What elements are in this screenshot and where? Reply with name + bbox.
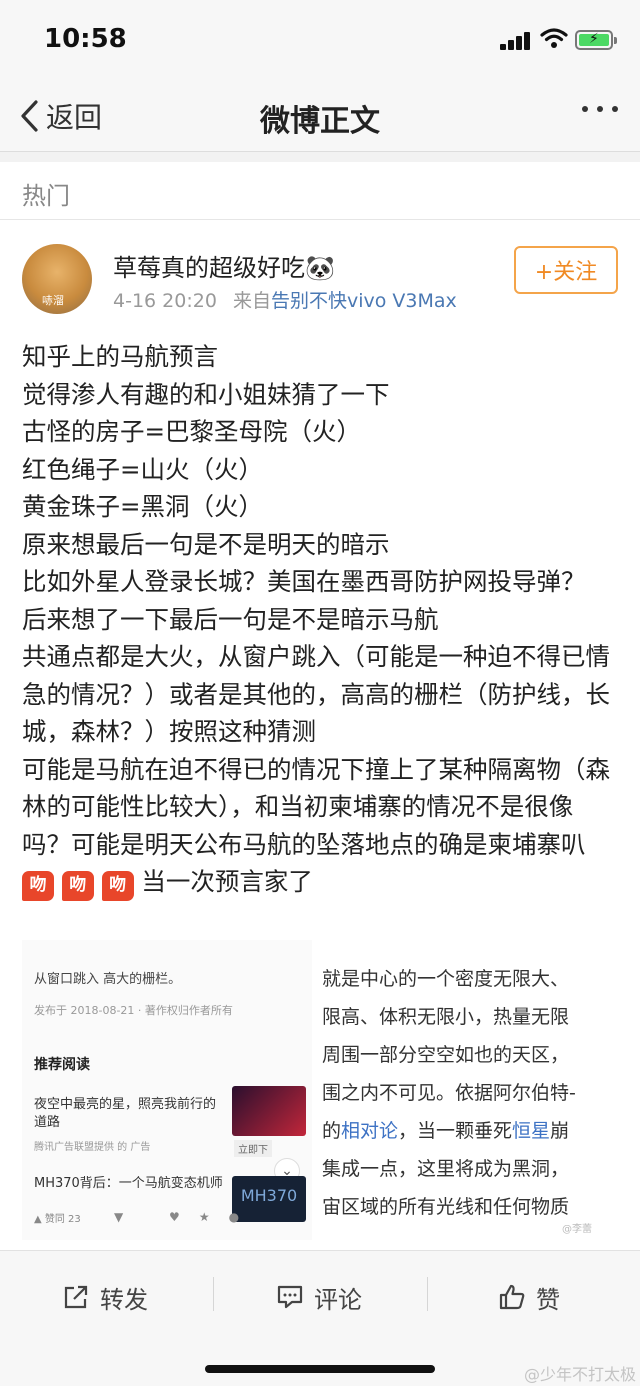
post-line: 比如外星人登录长城？美国在墨西哥防护网投导弹？	[22, 567, 586, 596]
shot-vote: ▲ 赞同 23	[34, 1214, 81, 1225]
like-label: 赞	[536, 1285, 560, 1314]
shot-thumbnail	[232, 1086, 306, 1136]
back-label: 返回	[46, 101, 103, 134]
post-image[interactable]: 从窗口跳入 高大的栅栏。 发布于 2018-08-21 · 著作权归作者所有 推…	[22, 940, 622, 1240]
post-paragraph: 共通点都是大火，从窗户跳入（可能是一种迫不得已情急的情况？）或者是其他的，高高的…	[22, 642, 610, 746]
shot-right-line: 的相对论，当一颗垂死恒星崩	[322, 1120, 570, 1142]
shot-text: 从窗口跳入 高大的栅栏。	[34, 972, 182, 987]
shot-right-line: 限高、体积无限小，热量无限	[322, 1006, 570, 1028]
post-text: 知乎上的马航预言 觉得渗人有趣的和小姐妹猜了一下 古怪的房子=巴黎圣母院（火） …	[22, 338, 622, 901]
chevron-left-icon	[21, 100, 38, 132]
shot-right-line: 周围一部分空空如也的天区，	[322, 1044, 570, 1066]
emoji-line: 吻 吻 吻 当一次预言家了	[22, 863, 622, 901]
repost-button[interactable]: 转发	[62, 1277, 148, 1317]
comment-label: 评论	[314, 1285, 362, 1314]
post-line: 知乎上的马航预言	[22, 342, 218, 371]
shot-right-line: 就是中心的一个密度无限大、	[322, 968, 570, 990]
shot-thumbnail: MH370	[232, 1176, 306, 1222]
post-card: 哧溜 草莓真的超级好吃🐼 4-16 20:20 来自告别不快vivo V3Max…	[0, 220, 640, 1250]
source-prefix: 来自	[232, 290, 271, 312]
shot-toolbar-icons: ▼ ♥ ★ ●	[114, 1210, 240, 1224]
shot-right-line: 围之内不可见。依据阿尔伯特-	[322, 1082, 576, 1104]
post-line: 古怪的房子=巴黎圣母院（火）	[22, 417, 362, 446]
shot-right-line: 宙区域的所有光线和任何物质	[322, 1196, 570, 1218]
section-label: 热门	[22, 182, 70, 210]
post-line: 后来想了一下最后一句是不是暗示马航	[22, 604, 439, 634]
action-bar: 转发 评论 赞 @少年不打太极	[0, 1250, 640, 1386]
shot-article: MH370背后：一个马航变态机师	[34, 1176, 223, 1191]
comment-icon	[277, 1285, 303, 1309]
shot-right-line: 集成一点，这里将成为黑洞，	[322, 1158, 570, 1180]
like-button[interactable]: 赞	[498, 1277, 560, 1317]
more-options-icon[interactable]	[582, 106, 618, 112]
divider	[213, 1277, 214, 1311]
divider	[427, 1277, 428, 1311]
post-meta: 4-16 20:20 来自告别不快vivo V3Max	[113, 286, 457, 313]
image-watermark: @李蕾	[562, 1224, 592, 1235]
avatar[interactable]: 哧溜	[22, 244, 92, 314]
post-line: 黄金珠子=黑洞（火）	[22, 492, 264, 521]
post-line: 原来想最后一句是不是明天的暗示	[22, 529, 390, 559]
status-bar: 10:58 ⚡	[0, 0, 640, 80]
share-icon	[64, 1285, 88, 1309]
post-source-link[interactable]: 告别不快vivo V3Max	[271, 290, 457, 312]
section-header: 热门	[0, 162, 640, 220]
embedded-article-screenshot: 就是中心的一个密度无限大、 限高、体积无限小，热量无限 周围一部分空空如也的天区…	[322, 940, 622, 1240]
shot-article: 夜空中最亮的星，照亮我前行的道路	[34, 1097, 217, 1130]
kiss-emoji-icon: 吻	[22, 870, 54, 901]
comment-button[interactable]: 评论	[276, 1277, 362, 1317]
battery-icon: ⚡	[575, 30, 617, 50]
kiss-emoji-icon: 吻	[101, 870, 134, 901]
shot-button: 立即下	[234, 1140, 272, 1157]
home-indicator[interactable]	[205, 1365, 435, 1373]
thumbs-up-icon	[499, 1284, 525, 1310]
embedded-zhihu-screenshot: 从窗口跳入 高大的栅栏。 发布于 2018-08-21 · 著作权归作者所有 推…	[22, 940, 312, 1240]
shot-text: 发布于 2018-08-21 · 著作权归作者所有	[34, 1004, 233, 1017]
post-line: 觉得渗人有趣的和小姐妹猜了一下	[22, 379, 390, 409]
post-timestamp: 4-16 20:20	[113, 290, 217, 312]
kiss-emoji-icon: 吻	[61, 870, 94, 901]
post-paragraph: 可能是马航在迫不得已的情况下撞上了某种隔离物（森林的可能性比较大），和当初柬埔寨…	[22, 754, 610, 859]
post-line: 红色绳子=山火（火）	[22, 454, 264, 484]
repost-label: 转发	[100, 1285, 148, 1314]
shot-article-meta: 腾讯广告联盟提供 的 广告	[34, 1142, 151, 1153]
follow-button[interactable]: +关注	[514, 246, 618, 294]
nav-bar: 返回 微博正文	[0, 80, 640, 152]
wifi-icon	[540, 28, 568, 48]
status-time: 10:58	[44, 24, 127, 54]
signal-icon	[500, 32, 534, 50]
avatar-tag: 哧溜	[42, 294, 64, 307]
back-button[interactable]: 返回	[18, 94, 102, 138]
emoji-caption: 当一次预言家了	[141, 867, 313, 896]
shot-heading: 推荐阅读	[34, 1057, 90, 1073]
username[interactable]: 草莓真的超级好吃🐼	[113, 248, 335, 283]
weibo-watermark: @少年不打太极	[523, 1365, 636, 1384]
